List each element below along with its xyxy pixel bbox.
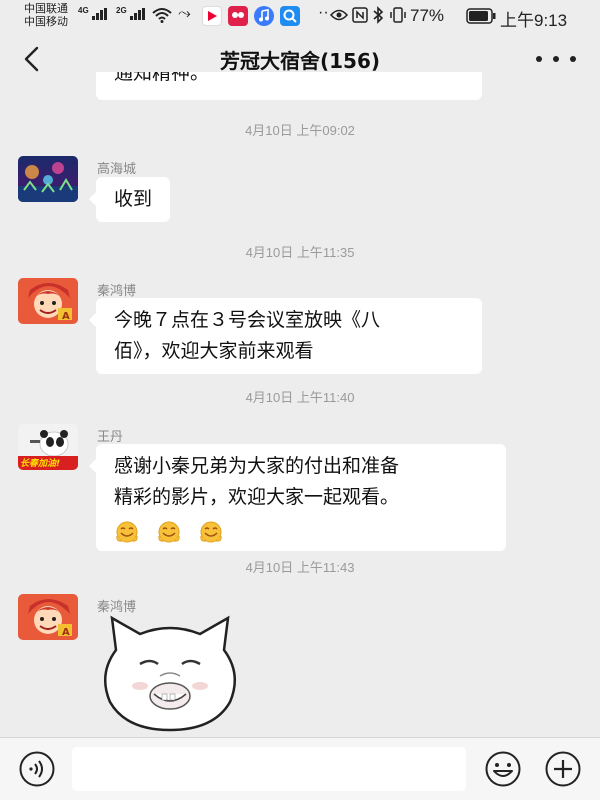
chat-title: 芳冠大宿舍(156) — [219, 49, 381, 73]
message-text-line: 感谢小秦兄弟为大家的付出和准备 — [114, 455, 400, 477]
status-bar: 中国联通 中国移动 4G 2G ⤳ ·· 77% 上午9:13 — [0, 0, 600, 32]
svg-text:A: A — [62, 627, 70, 638]
sender-name: 王丹 — [97, 430, 124, 445]
message-text: 通知精神。 — [114, 72, 210, 84]
eye-icon — [330, 9, 348, 21]
signal-bars-2-icon — [130, 8, 146, 20]
svg-text:A: A — [62, 311, 70, 322]
message-text: 收到 — [114, 188, 153, 210]
message-timestamp: 4月10日 上午11:40 — [245, 390, 355, 405]
avatar-gao-haicheng[interactable] — [18, 156, 78, 202]
smiling-face-icon — [116, 521, 138, 542]
more-notifications-icon: ·· — [318, 4, 329, 21]
battery-percent: 77% — [410, 6, 445, 25]
more-options-button[interactable] — [536, 46, 576, 72]
smiling-face-icon — [200, 521, 222, 542]
vibrate-icon — [390, 7, 406, 23]
wifi-icon — [152, 8, 172, 23]
emoji-row — [114, 513, 488, 544]
emoji-button-icon[interactable] — [484, 750, 522, 788]
message-bubble[interactable]: 感谢小秦兄弟为大家的付出和准备 精彩的影片，欢迎大家一起观看。 — [89, 444, 506, 551]
message-timestamp: 4月10日 上午11:43 — [245, 560, 355, 575]
avatar-qin-hongbo[interactable]: A — [18, 594, 78, 640]
signal-bars-1-icon — [92, 8, 108, 20]
bluetooth-icon — [373, 6, 384, 24]
message-input[interactable] — [72, 747, 466, 791]
news-app-icon — [228, 6, 248, 26]
sender-name: 秦鸿博 — [97, 284, 137, 299]
search-app-icon — [280, 6, 300, 26]
carrier-names: 中国联通 中国移动 — [24, 3, 68, 29]
voice-input-icon[interactable] — [18, 750, 56, 788]
avatar-wang-dan[interactable]: 长春加油! — [18, 424, 78, 470]
avatar-qin-hongbo[interactable]: A — [18, 278, 78, 324]
network-type-2: 2G — [116, 6, 127, 15]
message-text-line: 佰》，欢迎大家前来观看 — [114, 340, 314, 362]
music-app-icon — [254, 6, 274, 26]
network-type-1: 4G — [78, 6, 89, 15]
dot — [570, 56, 576, 62]
nfc-icon — [352, 7, 368, 23]
clock: 上午9:13 — [500, 11, 568, 30]
message-text-line: 精彩的影片，欢迎大家一起观看。 — [114, 486, 400, 508]
avatar-badge-text: 长春加油! — [20, 459, 61, 469]
message-bubble-partial[interactable]: 通知精神。 — [96, 72, 482, 100]
chat-input-bar — [0, 737, 600, 800]
app-notification-icon: ⤳ — [178, 5, 191, 22]
message-bubble[interactable]: 收到 — [88, 177, 171, 222]
video-app-icon — [202, 6, 222, 26]
message-timestamp: 4月10日 上午11:35 — [245, 245, 355, 260]
smiling-face-icon — [158, 521, 180, 542]
message-bubble[interactable]: 今晚７点在３号会议室放映《八 佰》，欢迎大家前来观看 — [89, 298, 482, 374]
carrier-1: 中国联通 — [24, 3, 68, 15]
message-timestamp: 4月10日 上午09:02 — [245, 123, 355, 138]
carrier-2: 中国移动 — [24, 16, 68, 28]
battery-icon — [466, 8, 496, 24]
add-attachment-icon[interactable] — [544, 750, 582, 788]
dot — [553, 56, 559, 62]
dot — [536, 56, 542, 62]
sender-name: 高海城 — [97, 162, 137, 177]
message-text-line: 今晚７点在３号会议室放映《八 — [114, 309, 381, 331]
cat-face-sticker[interactable] — [96, 612, 244, 734]
